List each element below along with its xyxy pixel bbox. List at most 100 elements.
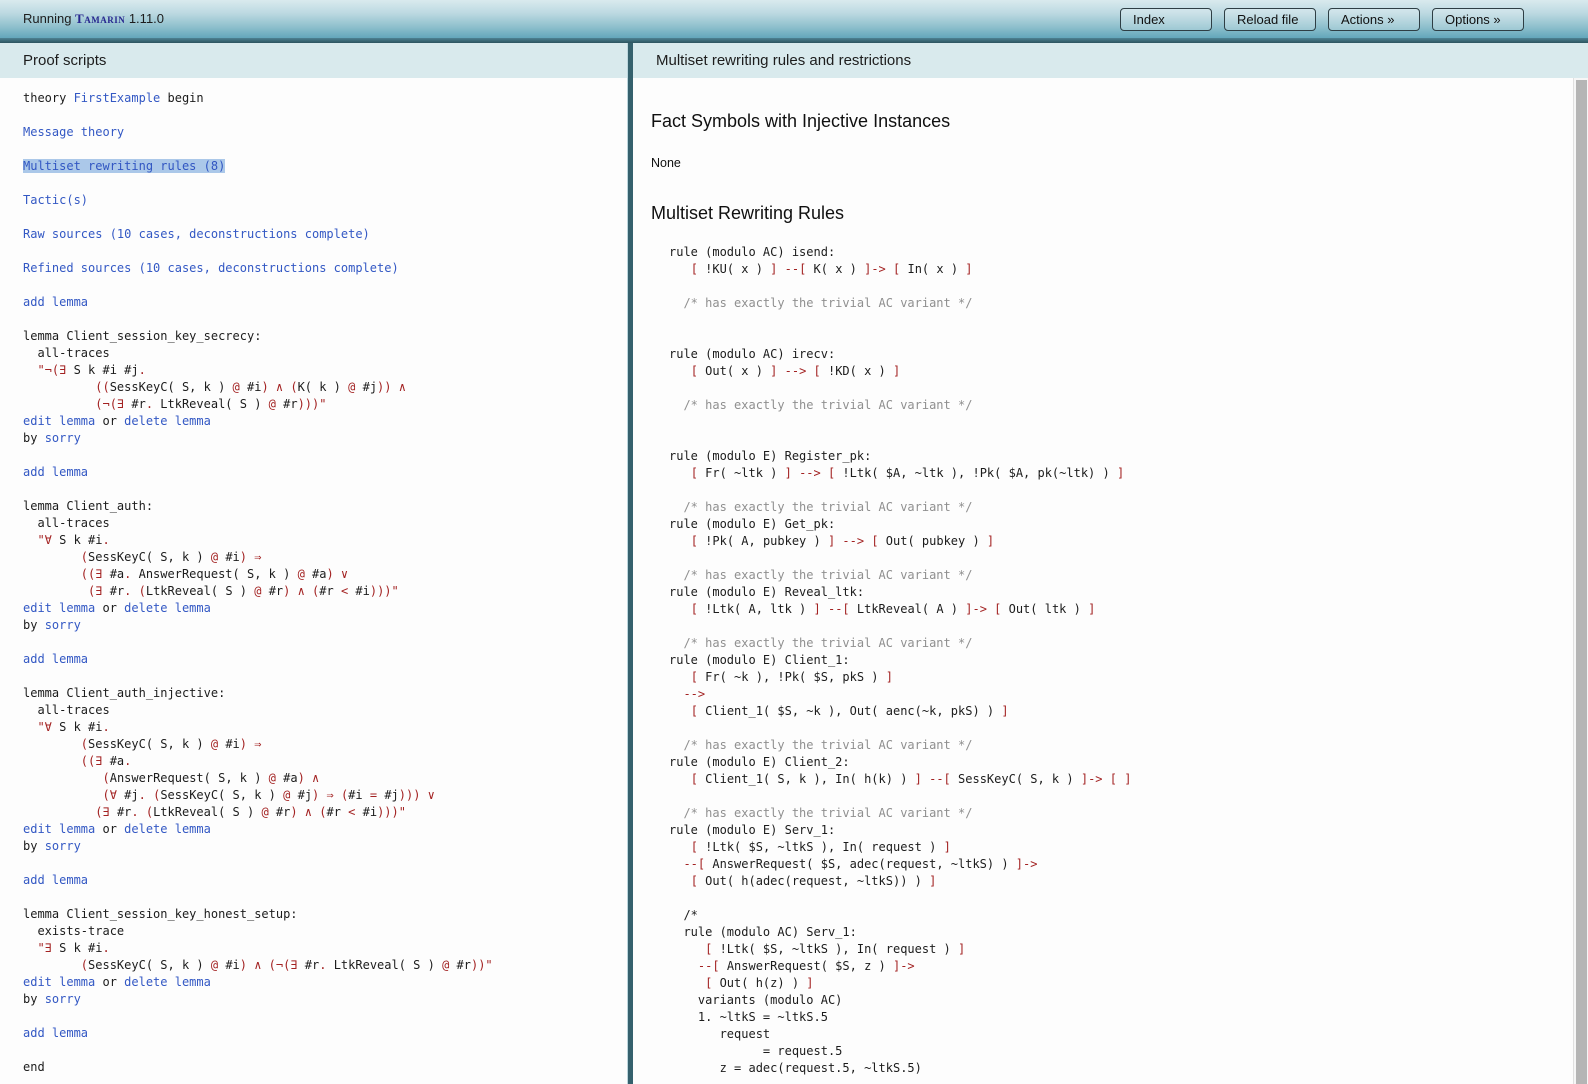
code-text: ) ∧ (¬(∃ [239,958,305,972]
link-edit-lemma[interactable]: edit lemma [23,822,95,836]
code-text: [ [690,466,706,480]
code-text: rule (modulo AC) Serv_1: [669,925,857,939]
code-text: ]-> [ [864,262,908,276]
code-line: /* has exactly the trivial AC variant */ [669,567,1558,584]
code-text: = [369,788,385,802]
tamarin-logo: Tamarin [75,11,126,26]
code-text: @ [283,788,298,802]
link-add-lemma[interactable]: add lemma [23,652,88,666]
code-line: lemma Client_auth_injective: [23,685,627,702]
link-edit-lemma[interactable]: edit lemma [23,601,95,615]
code-text: S k #i [59,720,103,734]
code-line: (SessKeyC( S, k ) @ #i) ⇒ [23,549,627,566]
link-firstexample[interactable]: FirstExample [74,91,161,105]
code-text: ] [986,534,995,548]
link-add-lemma[interactable]: add lemma [23,1026,88,1040]
link-sorry[interactable]: sorry [45,618,81,632]
code-text: !KU( x ) [705,262,771,276]
code-line: by sorry [23,991,627,1008]
link-edit-lemma[interactable]: edit lemma [23,414,95,428]
code-text: (∃ [88,584,110,598]
code-text: #a [283,771,298,785]
code-text: SessKeyC( S, k ) [88,550,211,564]
link-raw-sources-10-cases-deconstructions-complete[interactable]: Raw sources (10 cases, deconstructions c… [23,227,370,241]
code-line: lemma Client_session_key_secrecy: [23,328,627,345]
code-text: )))" [297,397,327,411]
version-label: 1.11.0 [125,11,165,26]
link-edit-lemma[interactable]: edit lemma [23,975,95,989]
fact-symbols-heading: Fact Symbols with Injective Instances [651,111,951,131]
actions-menu-button[interactable]: Actions » [1328,7,1420,31]
code-text: #j [297,788,313,802]
link-delete-lemma[interactable]: delete lemma [124,601,211,615]
code-line: add lemma [23,1025,627,1042]
code-text: = request.5 [669,1044,843,1058]
code-text: ) ⇒ [239,550,262,564]
link-delete-lemma[interactable]: delete lemma [124,822,211,836]
code-text: ) ∧ [297,771,320,785]
code-text: ] [806,976,814,990]
code-text: !KD( x ) [827,364,893,378]
code-line: all-traces [23,345,627,362]
code-line: (∃ #r. (LtkReveal( S ) @ #r) ∧ (#r < #i)… [23,583,627,600]
link-refined-sources-10-cases-deconstructions-complete[interactable]: Refined sources (10 cases, deconstructio… [23,261,399,275]
link-add-lemma[interactable]: add lemma [23,465,88,479]
code-line: rule (modulo AC) irecv: [669,346,1558,363]
code-line: [ Client_1( $S, ~k ), Out( aenc(~k, pkS)… [669,703,1558,720]
code-line: by sorry [23,838,627,855]
link-sorry[interactable]: sorry [45,992,81,1006]
theory-source-code: theory FirstExample begin Message theory… [0,78,627,1076]
code-text: Fr( ~k ), !Pk( $S, pkS ) [705,670,886,684]
link-add-lemma[interactable]: add lemma [23,873,88,887]
link-delete-lemma[interactable]: delete lemma [124,975,211,989]
code-text: ]-> [ ] [1080,772,1132,786]
code-text: #i [355,584,370,598]
code-text: < [340,584,356,598]
code-text: ) ∧ ( [290,805,327,819]
code-line: [ Out( h(adec(request, ~ltkS)) ) ] [669,873,1558,890]
code-line: [ Fr( ~ltk ) ] --> [ !Ltk( $A, ~ltk ), !… [669,465,1558,482]
link-sorry[interactable]: sorry [45,431,81,445]
code-text: "¬(∃ [37,363,74,377]
code-text: rule (modulo E) Reveal_ltk: [669,585,865,599]
link-multiset-rewriting-rules-8[interactable]: Multiset rewriting rules (8) [23,159,226,173]
code-text: K( k ) [297,380,349,394]
vertical-scrollbar[interactable] [1573,78,1588,1084]
code-text: [ [690,772,706,786]
link-tactic-s[interactable]: Tactic(s) [23,193,88,207]
code-text: ]-> [1015,857,1038,871]
link-sorry[interactable]: sorry [45,839,81,853]
code-text: /* has exactly the trivial AC variant */ [669,806,973,820]
link-add-lemma[interactable]: add lemma [23,295,88,309]
code-text: [ [705,942,720,956]
code-text: Out( h(adec(request, ~ltkS)) ) [705,874,930,888]
reload-file-button[interactable]: Reload file [1224,7,1316,31]
running-prefix: Running [23,11,76,26]
link-delete-lemma[interactable]: delete lemma [124,414,211,428]
code-text: ]-> [892,959,915,973]
link-message-theory[interactable]: Message theory [23,125,124,139]
code-text: [ [690,262,706,276]
code-text: !Ltk( $S, ~ltkS ), In( request ) [719,942,958,956]
code-text: #r [283,397,298,411]
index-button[interactable]: Index [1120,7,1212,31]
code-text: ] [1088,602,1096,616]
code-text: #r [326,805,349,819]
code-text: --[ [697,959,727,973]
code-text: ( [80,958,89,972]
code-line: "∃ S k #i. [23,940,627,957]
options-menu-button[interactable]: Options » [1432,7,1524,31]
code-text: Client_1( $S, ~k ), Out( aenc(~k, pkS) ) [705,704,1002,718]
scrollbar-thumb[interactable] [1576,80,1587,1084]
code-line: all-traces [23,702,627,719]
code-line: 1. ~ltkS = ~ltkS.5 [669,1009,1558,1026]
code-text: LtkReveal( A ) [856,602,966,616]
